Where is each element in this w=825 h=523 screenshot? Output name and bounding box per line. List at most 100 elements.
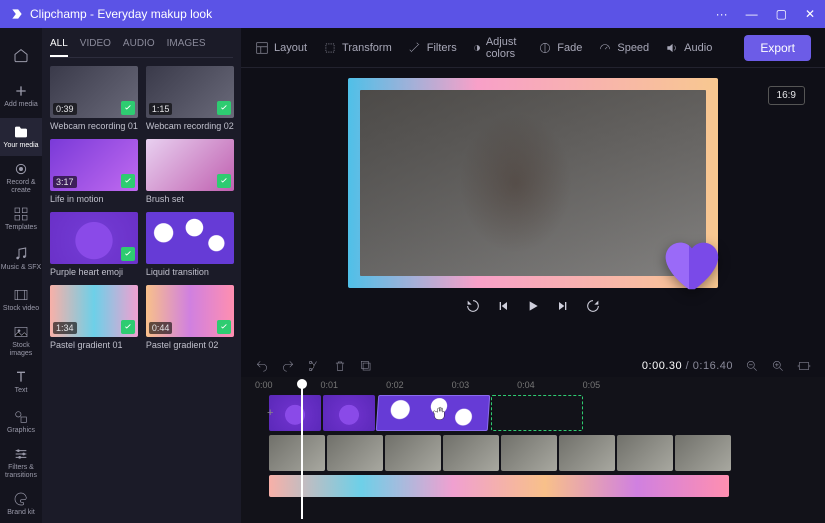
tab-all[interactable]: ALL bbox=[50, 34, 68, 57]
tool-adjust[interactable]: Adjust colors bbox=[473, 36, 523, 60]
track-background[interactable] bbox=[269, 475, 811, 497]
duplicate-button[interactable] bbox=[359, 359, 373, 373]
nav-stock-images[interactable]: Stock images bbox=[0, 321, 42, 360]
track-video[interactable] bbox=[269, 435, 811, 471]
sliders-icon bbox=[13, 446, 29, 462]
tool-audio[interactable]: Audio bbox=[665, 41, 712, 55]
timeline-clip[interactable] bbox=[269, 435, 325, 471]
transport-controls bbox=[465, 298, 601, 314]
media-clip[interactable]: 0:44Pastel gradient 02 bbox=[146, 285, 234, 350]
image-icon bbox=[13, 324, 29, 340]
clip-name: Pastel gradient 01 bbox=[50, 340, 138, 350]
nav-graphics[interactable]: Graphics bbox=[0, 403, 42, 442]
palette-icon bbox=[13, 491, 29, 507]
media-clip[interactable]: Brush set bbox=[146, 139, 234, 204]
media-tabs: ALL VIDEO AUDIO IMAGES bbox=[50, 34, 233, 58]
more-button[interactable]: ··· bbox=[716, 7, 728, 21]
close-button[interactable]: ✕ bbox=[805, 7, 815, 21]
undo-button[interactable] bbox=[255, 359, 269, 373]
tab-video[interactable]: VIDEO bbox=[80, 34, 111, 57]
timeline-clip[interactable] bbox=[327, 435, 383, 471]
heart-overlay bbox=[654, 228, 724, 298]
timeline-clip[interactable] bbox=[385, 435, 441, 471]
tool-transform[interactable]: Transform bbox=[323, 41, 392, 55]
clip-name: Liquid transition bbox=[146, 267, 234, 277]
timeline-toolbar: 0:00.30 / 0:16.40 bbox=[241, 355, 825, 377]
nav-stock-video[interactable]: Stock video bbox=[0, 281, 42, 320]
preview-canvas[interactable] bbox=[348, 78, 718, 288]
maximize-button[interactable]: ▢ bbox=[776, 7, 787, 21]
tab-images[interactable]: IMAGES bbox=[167, 34, 206, 57]
check-icon bbox=[217, 101, 231, 115]
timeline-clip[interactable] bbox=[559, 435, 615, 471]
tab-audio[interactable]: AUDIO bbox=[123, 34, 155, 57]
text-icon bbox=[13, 369, 29, 385]
preview-area: 16:9 bbox=[241, 68, 825, 355]
check-icon bbox=[217, 174, 231, 188]
check-icon bbox=[121, 247, 135, 261]
delete-button[interactable] bbox=[333, 359, 347, 373]
split-button[interactable] bbox=[307, 359, 321, 373]
fade-icon bbox=[538, 41, 552, 55]
zoom-out-button[interactable] bbox=[745, 359, 759, 373]
media-clip[interactable]: 1:34Pastel gradient 01 bbox=[50, 285, 138, 350]
minimize-button[interactable]: — bbox=[746, 7, 758, 21]
timeline-clip[interactable] bbox=[269, 475, 729, 497]
media-clip[interactable]: 1:15Webcam recording 02 bbox=[146, 66, 234, 131]
media-clip[interactable]: Purple heart emoji bbox=[50, 212, 138, 277]
track-overlay[interactable]: + bbox=[269, 395, 811, 431]
aspect-ratio-button[interactable]: 16:9 bbox=[768, 86, 805, 105]
timeline-clip[interactable] bbox=[617, 435, 673, 471]
nav-home[interactable] bbox=[0, 36, 42, 75]
media-clip[interactable]: 0:39Webcam recording 01 bbox=[50, 66, 138, 131]
clip-duration: 3:17 bbox=[53, 176, 77, 188]
nav-music[interactable]: Music & SFX bbox=[0, 240, 42, 279]
timeline-clip[interactable] bbox=[675, 435, 731, 471]
rewind-button[interactable] bbox=[465, 298, 481, 314]
music-icon bbox=[13, 246, 29, 262]
check-icon bbox=[217, 320, 231, 334]
clip-duration: 0:44 bbox=[149, 322, 173, 334]
clip-duration: 1:15 bbox=[149, 103, 173, 115]
zoom-in-button[interactable] bbox=[771, 359, 785, 373]
add-track-button[interactable]: + bbox=[267, 407, 273, 419]
timeline-clip[interactable] bbox=[501, 435, 557, 471]
nav-add-media[interactable]: Add media bbox=[0, 77, 42, 116]
prev-frame-button[interactable] bbox=[495, 298, 511, 314]
media-clip[interactable]: 3:17Life in motion bbox=[50, 139, 138, 204]
forward-button[interactable] bbox=[585, 298, 601, 314]
timeline-drop-zone[interactable] bbox=[491, 395, 583, 431]
nav-text[interactable]: Text bbox=[0, 362, 42, 401]
media-panel: ALL VIDEO AUDIO IMAGES 0:39Webcam record… bbox=[42, 28, 241, 523]
nav-record[interactable]: Record & create bbox=[0, 158, 42, 197]
nav-brand[interactable]: Brand kit bbox=[0, 484, 42, 523]
tool-speed[interactable]: Speed bbox=[598, 41, 649, 55]
ruler-mark: 0:01 bbox=[321, 380, 339, 390]
shapes-icon bbox=[13, 409, 29, 425]
timeline-clip[interactable] bbox=[323, 395, 375, 431]
play-button[interactable] bbox=[525, 298, 541, 314]
tool-fade[interactable]: Fade bbox=[538, 41, 582, 55]
timeline-clip[interactable] bbox=[443, 435, 499, 471]
titlebar: Clipchamp - Everyday makup look ··· — ▢ … bbox=[0, 0, 825, 28]
ruler-mark: 0:00 bbox=[255, 380, 273, 390]
layout-icon bbox=[255, 41, 269, 55]
nav-transitions[interactable]: Filters & transitions bbox=[0, 444, 42, 483]
time-ruler[interactable]: 0:00 0:01 0:02 0:03 0:04 0:05 bbox=[255, 377, 811, 393]
timeline-clip[interactable] bbox=[269, 395, 321, 431]
speaker-icon bbox=[665, 41, 679, 55]
nav-rail: Add media Your media Record & create Tem… bbox=[0, 28, 42, 523]
ruler-mark: 0:03 bbox=[452, 380, 470, 390]
timeline[interactable]: 0:00 0:01 0:02 0:03 0:04 0:05 + bbox=[241, 377, 825, 523]
tool-filters[interactable]: Filters bbox=[408, 41, 457, 55]
redo-button[interactable] bbox=[281, 359, 295, 373]
nav-templates[interactable]: Templates bbox=[0, 199, 42, 238]
tool-layout[interactable]: Layout bbox=[255, 41, 307, 55]
media-clip[interactable]: Liquid transition bbox=[146, 212, 234, 277]
export-button[interactable]: Export bbox=[744, 35, 811, 61]
nav-your-media[interactable]: Your media bbox=[0, 118, 42, 157]
folder-icon bbox=[13, 124, 29, 140]
zoom-fit-button[interactable] bbox=[797, 359, 811, 373]
playhead[interactable] bbox=[301, 381, 303, 519]
next-frame-button[interactable] bbox=[555, 298, 571, 314]
